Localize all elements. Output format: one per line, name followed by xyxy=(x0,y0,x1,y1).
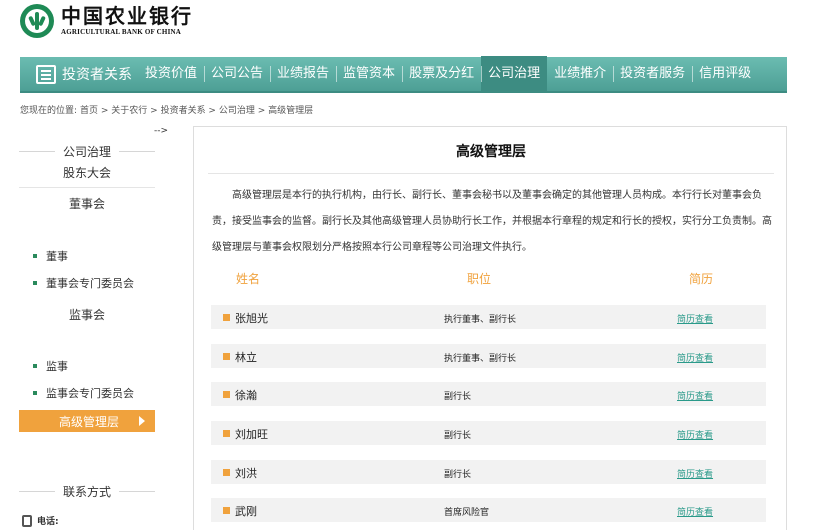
table-row: 徐瀚 副行长 简历查看 xyxy=(211,382,766,406)
executive-name: 刘洪 xyxy=(235,467,257,480)
sidebar-item-supervisory-board[interactable]: 监事会 xyxy=(19,296,155,332)
contact-phone: 电话: xyxy=(22,514,59,527)
nav-item-investor-services[interactable]: 投资者服务 xyxy=(613,56,692,92)
executive-position: 首席风险官 xyxy=(444,508,490,518)
bullet-square-icon xyxy=(223,391,230,398)
executive-position: 副行长 xyxy=(444,470,472,480)
nav-item-credit-rating[interactable]: 信用评级 xyxy=(692,56,758,92)
logo-chinese-name: 中国农业银行 xyxy=(61,4,193,28)
view-cv-link[interactable]: 简历查看 xyxy=(677,389,713,402)
nav-item-corporate-governance[interactable]: 公司治理 xyxy=(481,56,548,92)
arrow-right-icon xyxy=(139,416,145,426)
table-header: 姓名 职位 简历 xyxy=(212,267,767,289)
nav-item-regulatory-capital[interactable]: 监管资本 xyxy=(336,56,402,92)
logo-english-name: AGRICULTURAL BANK OF CHINA xyxy=(61,28,182,36)
sidebar-item-label: 董事会专门委员会 xyxy=(46,276,134,290)
table-row: 武刚 首席风险官 简历查看 xyxy=(211,498,766,522)
bullet-icon xyxy=(33,363,37,368)
view-cv-link[interactable]: 简历查看 xyxy=(677,467,713,480)
sidebar-item-supervisors[interactable]: 监事 xyxy=(19,352,155,379)
nav-item-performance-reports[interactable]: 业绩报告 xyxy=(270,56,336,92)
stray-comment-text: --> xyxy=(154,126,169,136)
nav-item-stock-dividends[interactable]: 股票及分红 xyxy=(402,56,481,92)
table-row: 刘洪 副行长 简历查看 xyxy=(211,460,766,484)
sidebar-item-senior-management[interactable]: 高级管理层 xyxy=(19,410,155,432)
sidebar-item-supervisory-committees[interactable]: 监事会专门委员会 xyxy=(19,379,155,406)
executive-name: 林立 xyxy=(235,351,257,364)
bullet-icon xyxy=(33,253,37,258)
main-nav: 投资者关系 投资价值 公司公告 业绩报告 监管资本 股票及分红 公司治理 业绩推… xyxy=(20,56,787,93)
table-row: 林立 执行董事、副行长 简历查看 xyxy=(211,344,766,368)
sidebar-heading: 公司治理 xyxy=(19,140,156,162)
executive-name: 武刚 xyxy=(235,505,257,518)
sidebar-item-label: 监事会专门委员会 xyxy=(46,386,134,400)
nav-item-announcements[interactable]: 公司公告 xyxy=(204,56,270,92)
bullet-square-icon xyxy=(223,353,230,360)
executive-position: 执行董事、副行长 xyxy=(444,315,517,325)
nav-item-roadshow[interactable]: 业绩推介 xyxy=(547,56,613,92)
executive-position: 执行董事、副行长 xyxy=(444,354,517,364)
sidebar-item-board[interactable]: 董事会 xyxy=(19,188,155,222)
document-icon xyxy=(36,64,56,84)
sidebar-item-board-committees[interactable]: 董事会专门委员会 xyxy=(19,269,155,296)
sidebar: 公司治理 股东大会 董事会 董事 董事会专门委员会 监事会 监事 监事会专门委员… xyxy=(19,140,156,432)
breadcrumb-prefix: 您现在的位置: xyxy=(20,106,78,116)
executive-position: 副行长 xyxy=(444,431,472,441)
bullet-icon xyxy=(33,390,37,395)
column-header-position: 职位 xyxy=(467,272,492,286)
page-title: 高级管理层 xyxy=(456,144,526,160)
executive-name: 刘加旺 xyxy=(235,428,268,441)
abc-logo-icon xyxy=(20,4,54,38)
phone-icon xyxy=(22,514,32,527)
table-row: 张旭光 执行董事、副行长 简历查看 xyxy=(211,305,766,329)
view-cv-link[interactable]: 简历查看 xyxy=(677,351,713,364)
executive-position: 副行长 xyxy=(444,392,472,402)
sidebar-item-shareholders[interactable]: 股东大会 xyxy=(19,162,155,188)
table-row: 刘加旺 副行长 简历查看 xyxy=(211,421,766,445)
title-divider xyxy=(208,173,774,174)
executive-name: 张旭光 xyxy=(235,312,268,325)
bullet-icon xyxy=(33,280,37,285)
sidebar-item-label: 董事 xyxy=(46,249,68,263)
bullet-square-icon xyxy=(223,314,230,321)
executive-name: 徐瀚 xyxy=(235,389,257,402)
contact-heading-label: 联系方式 xyxy=(63,484,112,499)
column-header-name: 姓名 xyxy=(236,272,261,286)
phone-label: 电话: xyxy=(37,517,59,527)
contact-heading: 联系方式 xyxy=(19,480,156,502)
breadcrumb: 您现在的位置: 首页 > 关于农行 > 投资者关系 > 公司治理 > 高级管理层 xyxy=(20,103,316,116)
bullet-square-icon xyxy=(223,430,230,437)
sidebar-item-directors[interactable]: 董事 xyxy=(19,242,155,269)
view-cv-link[interactable]: 简历查看 xyxy=(677,312,713,325)
nav-investor-relations[interactable]: 投资者关系 xyxy=(20,56,138,92)
view-cv-link[interactable]: 简历查看 xyxy=(677,428,713,441)
nav-item-investment-value[interactable]: 投资价值 xyxy=(138,56,204,92)
breadcrumb-path[interactable]: 首页 > 关于农行 > 投资者关系 > 公司治理 > 高级管理层 xyxy=(80,106,313,116)
nav-home-label: 投资者关系 xyxy=(62,67,132,83)
column-header-cv: 简历 xyxy=(689,272,714,286)
bullet-square-icon xyxy=(223,469,230,476)
intro-paragraph: 高级管理层是本行的执行机构，由行长、副行长、董事会秘书以及董事会确定的其他管理人… xyxy=(212,190,772,253)
sidebar-item-label: 高级管理层 xyxy=(59,414,120,429)
bank-logo[interactable]: 中国农业银行 AGRICULTURAL BANK OF CHINA xyxy=(20,4,193,38)
sidebar-heading-label: 公司治理 xyxy=(63,144,112,159)
sidebar-item-label: 监事 xyxy=(46,359,68,373)
bullet-square-icon xyxy=(223,507,230,514)
view-cv-link[interactable]: 简历查看 xyxy=(677,505,713,518)
